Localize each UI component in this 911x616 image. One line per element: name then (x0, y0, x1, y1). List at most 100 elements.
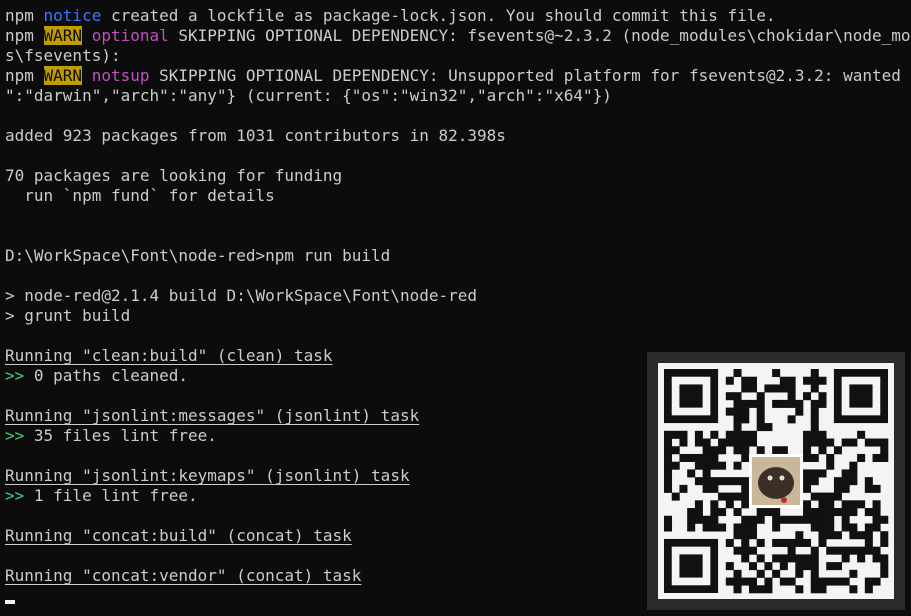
qr-module (841, 577, 850, 586)
qr-module (841, 523, 850, 532)
qr-module (841, 546, 850, 555)
qr-module (880, 531, 889, 540)
qr-module (772, 399, 781, 408)
qr-module (810, 508, 819, 517)
qr-module (810, 477, 819, 486)
qr-module (849, 477, 858, 486)
terminal-line: added 923 packages from 1031 contributor… (5, 126, 911, 146)
terminal-line: > grunt build (5, 306, 911, 326)
qr-module (710, 484, 719, 493)
qr-module (725, 477, 734, 486)
qr-module (795, 515, 804, 524)
qr-module (880, 453, 889, 462)
qr-module (787, 546, 796, 555)
pug-eye-icon (779, 475, 785, 481)
terminal-text-segment: npm (5, 26, 44, 45)
qr-module (733, 508, 742, 517)
qr-module (795, 554, 804, 563)
qr-module (826, 577, 835, 586)
qr-module (880, 569, 889, 578)
qr-module (803, 538, 812, 547)
qr-module (772, 508, 781, 517)
qr-module (741, 523, 750, 532)
qr-module (841, 469, 850, 478)
terminal-line: npm notice created a lockfile as package… (5, 6, 911, 26)
qr-module (826, 531, 835, 540)
qr-module (810, 384, 819, 393)
qr-module (818, 376, 827, 385)
qr-module (787, 577, 796, 586)
qr-module (803, 500, 812, 509)
terminal-text-segment: created a lockfile as package-lock.json.… (101, 6, 776, 25)
qr-module (725, 500, 734, 509)
qr-module (880, 538, 889, 547)
qr-module (725, 392, 734, 401)
qr-finder-inner (679, 384, 703, 408)
qr-module (810, 523, 819, 532)
qr-module (857, 453, 866, 462)
qr-module (741, 577, 750, 586)
qr-module (718, 523, 727, 532)
qr-module (733, 430, 742, 439)
qr-module (864, 546, 873, 555)
qr-module (864, 531, 873, 540)
qr-module (803, 392, 812, 401)
qr-module (733, 585, 742, 594)
qr-module (748, 523, 757, 532)
qr-module (787, 515, 796, 524)
qr-module (779, 554, 788, 563)
qr-module (772, 369, 781, 378)
qr-module (841, 484, 850, 493)
qr-module (810, 577, 819, 586)
qr-module (741, 430, 750, 439)
qr-module (872, 508, 881, 517)
qr-module (810, 376, 819, 385)
qr-module (803, 453, 812, 462)
qr-module (833, 446, 842, 455)
qr-module (733, 523, 742, 532)
qr-module (779, 399, 788, 408)
qr-module (733, 446, 742, 455)
qr-module (741, 538, 750, 547)
qr-module (741, 384, 750, 393)
qr-module (810, 515, 819, 524)
terminal-text-segment: 0 paths cleaned. (24, 366, 189, 385)
qr-module (810, 562, 819, 571)
qr-module (764, 562, 773, 571)
qr-module (718, 446, 727, 455)
qr-module (849, 461, 858, 470)
qr-module (725, 562, 734, 571)
qr-module (702, 469, 711, 478)
qr-module (880, 446, 889, 455)
qr-module (818, 515, 827, 524)
terminal-text-segment: run `npm fund` for details (5, 186, 275, 205)
qr-module (795, 569, 804, 578)
qr-module (880, 562, 889, 571)
terminal-text-segment: npm (5, 6, 44, 25)
terminal-text-segment: Running "clean:build" (clean) task (5, 346, 333, 365)
qr-module (733, 477, 742, 486)
qr-module (756, 392, 765, 401)
qr-module (718, 438, 727, 447)
terminal-window[interactable]: npm notice created a lockfile as package… (0, 0, 911, 616)
qr-module (833, 477, 842, 486)
qr-module (810, 399, 819, 408)
qr-module (795, 538, 804, 547)
qr-module (772, 538, 781, 547)
qr-module (880, 438, 889, 447)
terminal-text-segment: >> (5, 366, 25, 385)
qr-module (748, 531, 757, 540)
qr-module (810, 423, 819, 432)
qr-module (787, 538, 796, 547)
qr-module (826, 492, 835, 501)
qr-module (664, 438, 673, 447)
qr-module (857, 554, 866, 563)
qr-module (872, 577, 881, 586)
qr-module (818, 438, 827, 447)
qr-module (787, 392, 796, 401)
qr-module (679, 484, 688, 493)
qr-module (664, 469, 673, 478)
